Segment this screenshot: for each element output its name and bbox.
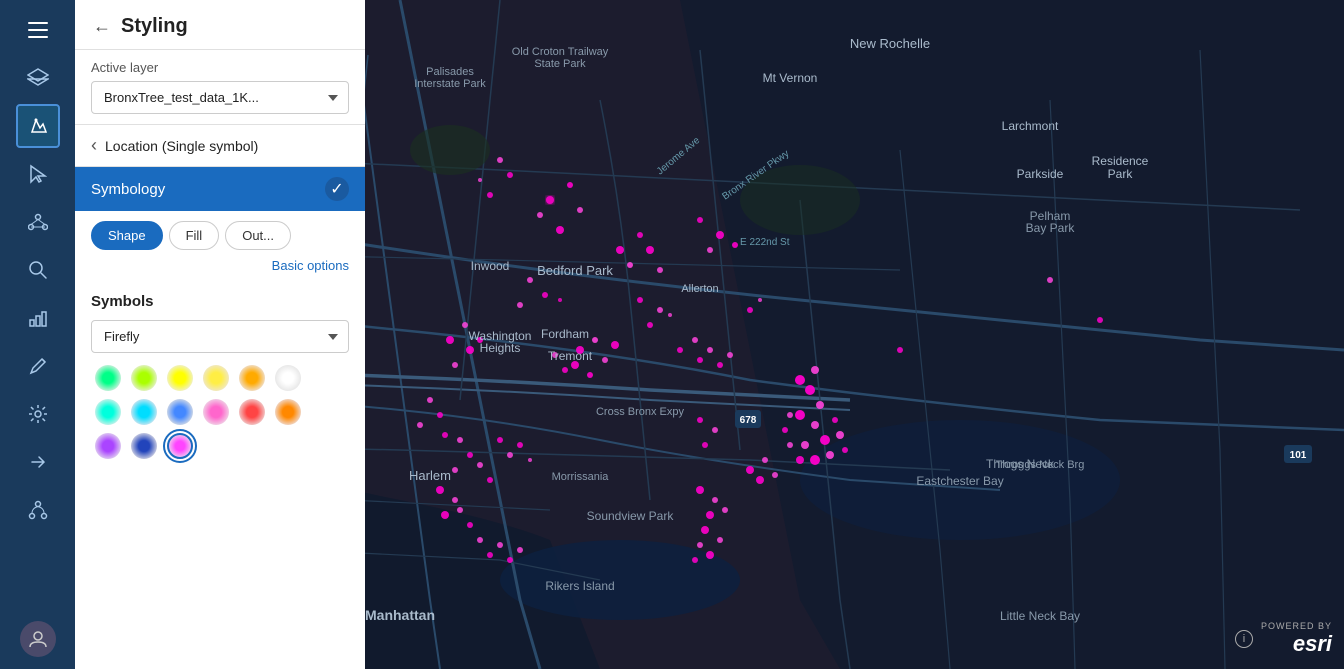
- svg-text:Eastchester Bay: Eastchester Bay: [916, 474, 1003, 488]
- sidebar-nodes-button[interactable]: [16, 200, 60, 244]
- svg-text:678: 678: [740, 415, 757, 426]
- color-row-2: [95, 399, 345, 425]
- svg-text:Bay Park: Bay Park: [1026, 221, 1076, 235]
- svg-text:Throggs Neck Brg: Throggs Neck Brg: [996, 459, 1085, 471]
- sidebar-settings-button[interactable]: [16, 392, 60, 436]
- location-row[interactable]: ‹ Location (Single symbol): [75, 125, 365, 167]
- svg-text:New Rochelle: New Rochelle: [850, 36, 930, 51]
- svg-text:Inwood: Inwood: [471, 259, 510, 273]
- panel-title: Styling: [121, 15, 188, 38]
- svg-text:Old Croton Trailway: Old Croton Trailway: [512, 46, 609, 58]
- svg-text:Interstate Park: Interstate Park: [414, 78, 486, 90]
- sidebar-chart-button[interactable]: [16, 296, 60, 340]
- svg-text:Park: Park: [1108, 167, 1134, 181]
- svg-text:Fordham: Fordham: [541, 327, 589, 341]
- basic-options-link[interactable]: Basic options: [75, 254, 365, 283]
- svg-text:Allerton: Allerton: [681, 283, 718, 295]
- layer-select[interactable]: BronxTree_test_data_1K...: [91, 81, 349, 114]
- symbols-dropdown[interactable]: Firefly: [91, 320, 349, 353]
- color-row-3: [95, 433, 345, 459]
- svg-text:Tremont: Tremont: [548, 349, 593, 363]
- svg-text:Soundview Park: Soundview Park: [587, 509, 675, 523]
- svg-text:Manhattan: Manhattan: [365, 607, 435, 623]
- esri-watermark: i POWERED BY esri: [1235, 621, 1332, 657]
- color-dot-teal[interactable]: [95, 399, 121, 425]
- color-dot-magenta2-selected[interactable]: [167, 433, 193, 459]
- symbology-bar[interactable]: Symbology ✓: [75, 167, 365, 211]
- sidebar-pencil-button[interactable]: [16, 344, 60, 388]
- svg-text:State Park: State Park: [534, 58, 586, 70]
- color-row-1: [95, 365, 345, 391]
- svg-text:Palisades: Palisades: [426, 66, 474, 78]
- sidebar-layers-button[interactable]: [16, 56, 60, 100]
- color-dot-purple[interactable]: [95, 433, 121, 459]
- color-dot-blue[interactable]: [167, 399, 193, 425]
- svg-text:Harlem: Harlem: [409, 468, 451, 483]
- color-dot-pink[interactable]: [203, 399, 229, 425]
- color-dot-darkblue[interactable]: [131, 433, 157, 459]
- location-back-icon: ‹: [91, 135, 97, 156]
- symbols-section: Symbols Firefly: [75, 283, 365, 469]
- color-dot-yellow[interactable]: [167, 365, 193, 391]
- sidebar-path-button[interactable]: [16, 488, 60, 532]
- symbology-label: Symbology: [91, 181, 325, 198]
- color-grid: [91, 365, 349, 459]
- color-dot-lime[interactable]: [131, 365, 157, 391]
- svg-text:Morrissania: Morrissania: [552, 471, 610, 483]
- svg-text:Bedford Park: Bedford Park: [537, 263, 613, 278]
- svg-text:Mt Vernon: Mt Vernon: [763, 71, 818, 85]
- color-dot-white[interactable]: [275, 365, 301, 391]
- shape-tab[interactable]: Shape: [91, 221, 163, 250]
- svg-text:Cross Bronx Expy: Cross Bronx Expy: [596, 406, 685, 418]
- symbology-check-icon: ✓: [325, 177, 349, 201]
- styling-panel: ← Styling Active layer BronxTree_test_da…: [75, 0, 365, 669]
- svg-text:Residence: Residence: [1092, 154, 1149, 168]
- color-dot-green[interactable]: [95, 365, 121, 391]
- color-dot-orange2[interactable]: [275, 399, 301, 425]
- symbols-label: Symbols: [91, 293, 349, 310]
- location-label: Location (Single symbol): [105, 138, 258, 154]
- active-layer-label: Active layer: [91, 60, 349, 75]
- color-dot-red[interactable]: [239, 399, 265, 425]
- svg-text:101: 101: [1290, 450, 1307, 461]
- svg-text:E 222nd St: E 222nd St: [740, 237, 790, 248]
- sidebar: [0, 0, 75, 669]
- color-dot-orange[interactable]: [239, 365, 265, 391]
- color-dot-cyan[interactable]: [131, 399, 157, 425]
- sidebar-search-button[interactable]: [16, 248, 60, 292]
- svg-text:Parkside: Parkside: [1017, 167, 1064, 181]
- sidebar-menu-button[interactable]: [16, 8, 60, 52]
- sidebar-cursor-button[interactable]: [16, 152, 60, 196]
- svg-text:Rikers Island: Rikers Island: [545, 579, 614, 593]
- out-tab[interactable]: Out...: [225, 221, 291, 250]
- esri-logo: esri: [1293, 631, 1332, 657]
- shape-fill-tabs: Shape Fill Out...: [75, 211, 365, 254]
- info-icon[interactable]: i: [1235, 630, 1253, 648]
- sidebar-share-button[interactable]: [16, 440, 60, 484]
- sidebar-styling-button[interactable]: [16, 104, 60, 148]
- powered-by-text: POWERED BY esri: [1261, 621, 1332, 657]
- color-dot-yellow2[interactable]: [203, 365, 229, 391]
- user-avatar[interactable]: [20, 621, 56, 657]
- back-button[interactable]: ←: [91, 14, 113, 39]
- panel-header: ← Styling: [75, 0, 365, 50]
- fill-tab[interactable]: Fill: [169, 221, 220, 250]
- active-layer-section: Active layer BronxTree_test_data_1K...: [75, 50, 365, 125]
- svg-text:Heights: Heights: [480, 341, 521, 355]
- svg-text:Larchmont: Larchmont: [1002, 119, 1059, 133]
- svg-text:Little Neck Bay: Little Neck Bay: [1000, 609, 1080, 623]
